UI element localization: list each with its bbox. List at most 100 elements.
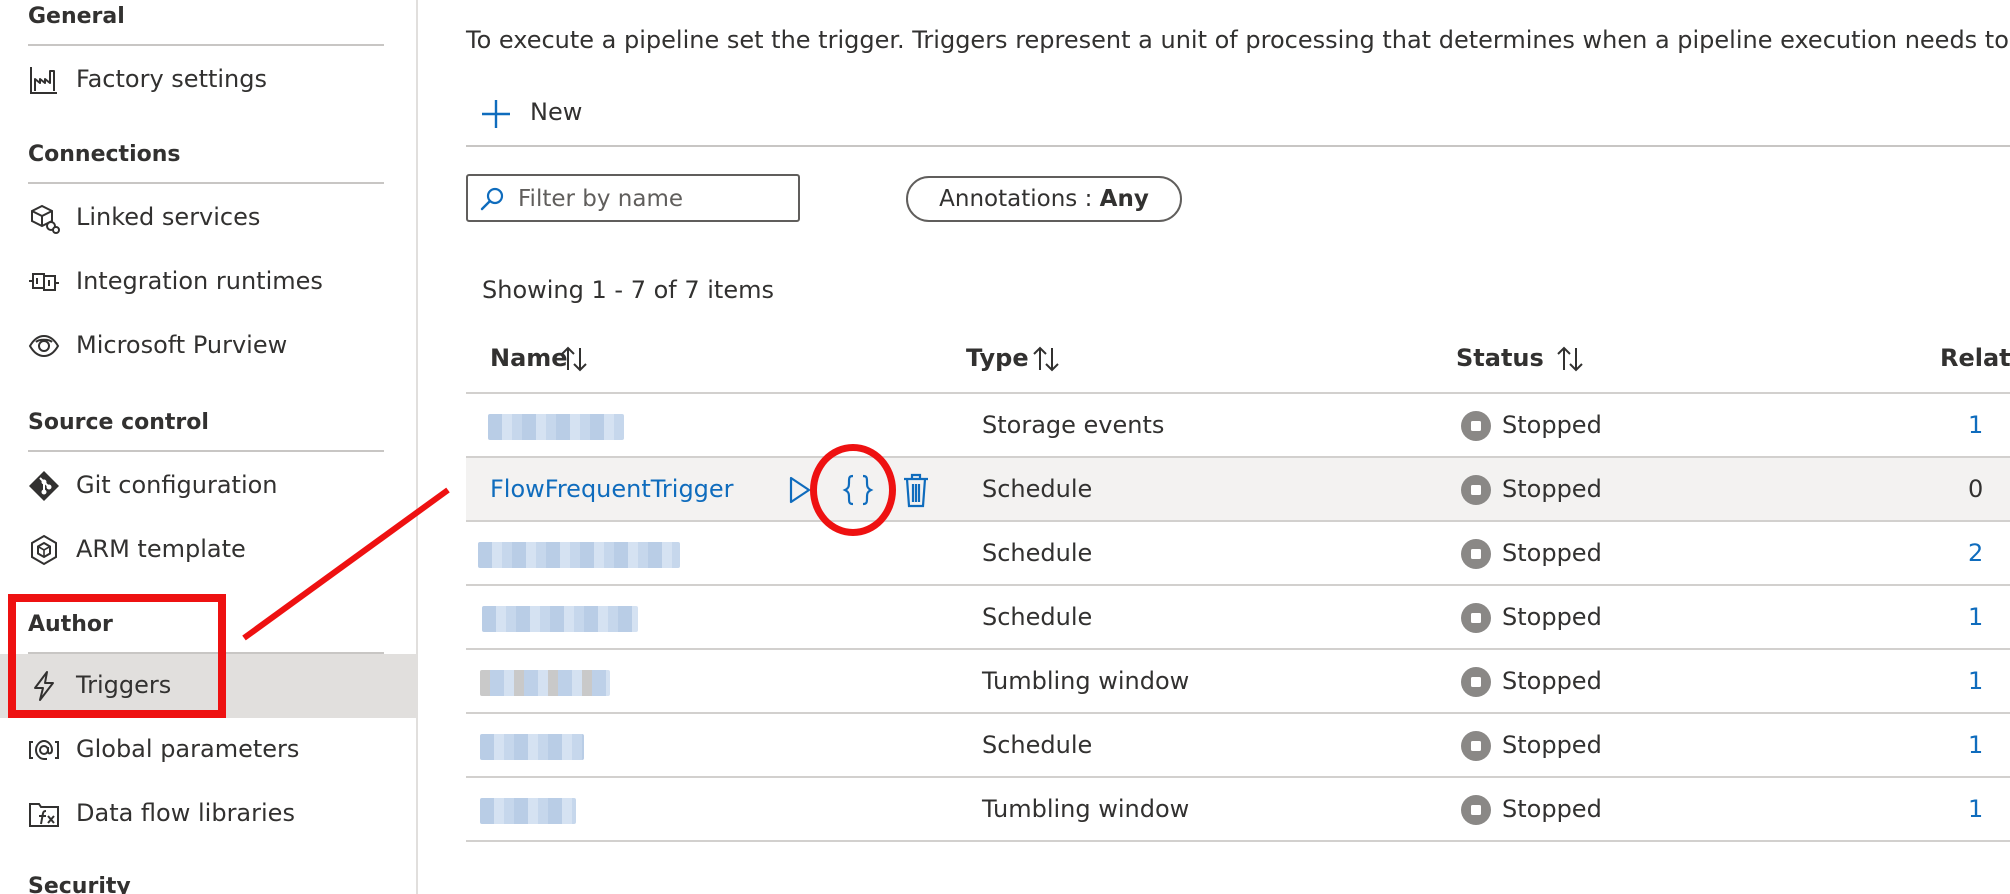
factory-icon bbox=[30, 67, 57, 94]
filter-by-name-input[interactable] bbox=[516, 182, 790, 216]
section-title-author: Author bbox=[28, 612, 113, 637]
redacted-name bbox=[482, 606, 638, 632]
play-icon[interactable] bbox=[782, 472, 816, 508]
trash-icon[interactable] bbox=[899, 472, 933, 508]
column-header-related[interactable]: Relate bbox=[1940, 344, 2010, 372]
related-pipelines-link[interactable]: 2 bbox=[1968, 539, 1983, 567]
toolbar-divider bbox=[466, 145, 2010, 147]
sidebar-item-triggers[interactable]: Triggers bbox=[0, 654, 416, 718]
sidebar-item-linked-services[interactable]: Linked services bbox=[0, 186, 416, 250]
table-row[interactable]: Schedule Stopped 1 bbox=[466, 714, 2010, 778]
stopped-status-icon bbox=[1461, 795, 1491, 825]
redacted-name bbox=[480, 798, 576, 824]
trigger-type: Schedule bbox=[982, 475, 1093, 503]
section-title-connections: Connections bbox=[28, 142, 181, 167]
trigger-type: Schedule bbox=[982, 539, 1093, 567]
integration-runtime-icon bbox=[29, 273, 59, 291]
related-pipelines-link[interactable]: 1 bbox=[1968, 603, 1983, 631]
trigger-name-link[interactable]: FlowFrequentTrigger bbox=[490, 475, 734, 503]
trigger-status: Stopped bbox=[1502, 795, 1602, 823]
sidebar-item-data-flow-libraries[interactable]: Data flow libraries bbox=[0, 782, 416, 846]
arm-template-icon bbox=[31, 534, 57, 566]
table-row[interactable]: Tumbling window Stopped 1 bbox=[466, 650, 2010, 714]
trigger-type: Tumbling window bbox=[982, 667, 1190, 695]
items-count-text: Showing 1 - 7 of 7 items bbox=[482, 276, 774, 304]
related-pipelines-link[interactable]: 1 bbox=[1968, 731, 1983, 759]
stopped-status-icon bbox=[1461, 667, 1491, 697]
triggers-panel: To execute a pipeline set the trigger. T… bbox=[418, 0, 2010, 894]
filter-box bbox=[466, 174, 800, 222]
sidebar-item-arm-template[interactable]: ARM template bbox=[0, 518, 416, 582]
table-row[interactable]: Tumbling window Stopped 1 bbox=[466, 778, 2010, 842]
sort-arrows-icon[interactable] bbox=[1554, 344, 1586, 374]
linked-services-icon bbox=[31, 204, 60, 234]
sidebar-item-label: Integration runtimes bbox=[76, 267, 323, 295]
sidebar-item-label: Data flow libraries bbox=[76, 799, 295, 827]
stopped-status-icon bbox=[1461, 411, 1491, 441]
trigger-type: Schedule bbox=[982, 731, 1093, 759]
trigger-status: Stopped bbox=[1502, 667, 1602, 695]
sort-arrows-icon[interactable] bbox=[558, 344, 590, 374]
trigger-status: Stopped bbox=[1502, 603, 1602, 631]
plus-icon bbox=[482, 100, 510, 128]
sidebar: General Factory settings Connections Lin… bbox=[0, 0, 418, 894]
section-divider bbox=[28, 450, 384, 452]
section-title-general: General bbox=[28, 4, 125, 29]
column-header-status[interactable]: Status bbox=[1456, 344, 1544, 372]
trigger-type: Storage events bbox=[982, 411, 1165, 439]
sidebar-item-label: Microsoft Purview bbox=[76, 331, 288, 359]
data-flow-library-icon bbox=[29, 803, 59, 827]
trigger-type: Schedule bbox=[982, 603, 1093, 631]
purview-eye-icon bbox=[28, 334, 60, 358]
global-parameters-icon bbox=[29, 739, 59, 760]
lightning-icon bbox=[34, 671, 54, 701]
section-title-security: Security bbox=[28, 874, 131, 894]
sidebar-item-label: Factory settings bbox=[76, 65, 268, 93]
trigger-status: Stopped bbox=[1502, 475, 1602, 503]
table-row[interactable]: FlowFrequentTrigger Schedule Stopped 0 bbox=[466, 458, 2010, 522]
annotations-value: Any bbox=[1099, 186, 1149, 212]
sidebar-item-label: Global parameters bbox=[76, 735, 300, 763]
table-row[interactable]: Storage events Stopped 1 bbox=[466, 394, 2010, 458]
sidebar-item-label: Git configuration bbox=[76, 471, 278, 499]
stopped-status-icon bbox=[1461, 603, 1491, 633]
stopped-status-icon bbox=[1461, 731, 1491, 761]
related-pipelines-link[interactable]: 1 bbox=[1968, 667, 1983, 695]
redacted-name bbox=[480, 734, 584, 760]
sidebar-item-global-parameters[interactable]: Global parameters bbox=[0, 718, 416, 782]
section-divider bbox=[28, 44, 384, 46]
column-header-type[interactable]: Type bbox=[966, 344, 1029, 372]
code-braces-icon[interactable] bbox=[841, 472, 875, 508]
trigger-type: Tumbling window bbox=[982, 795, 1190, 823]
sidebar-item-label: Linked services bbox=[76, 203, 261, 231]
search-icon bbox=[480, 187, 504, 211]
sidebar-item-git-configuration[interactable]: Git configuration bbox=[0, 454, 416, 518]
redacted-name bbox=[488, 414, 624, 440]
related-pipelines-link[interactable]: 1 bbox=[1968, 411, 1983, 439]
new-button-label: New bbox=[530, 98, 583, 126]
stopped-status-icon bbox=[1461, 539, 1491, 569]
section-divider bbox=[28, 182, 384, 184]
sidebar-item-microsoft-purview[interactable]: Microsoft Purview bbox=[0, 314, 416, 378]
sidebar-item-label: ARM template bbox=[76, 535, 246, 563]
stopped-status-icon bbox=[1461, 475, 1491, 505]
redacted-name bbox=[478, 542, 680, 568]
annotations-label: Annotations : bbox=[939, 186, 1100, 212]
table-row[interactable]: Schedule Stopped 2 bbox=[466, 522, 2010, 586]
git-icon bbox=[29, 471, 59, 501]
section-title-source-control: Source control bbox=[28, 410, 209, 435]
trigger-status: Stopped bbox=[1502, 539, 1602, 567]
intro-text: To execute a pipeline set the trigger. T… bbox=[466, 26, 2010, 54]
trigger-status: Stopped bbox=[1502, 731, 1602, 759]
sidebar-item-label: Triggers bbox=[76, 671, 172, 699]
table-row[interactable]: Schedule Stopped 1 bbox=[466, 586, 2010, 650]
annotations-filter-pill[interactable]: Annotations : Any bbox=[906, 176, 1182, 222]
redacted-name bbox=[480, 670, 610, 696]
sidebar-item-factory-settings[interactable]: Factory settings bbox=[0, 48, 416, 112]
trigger-status: Stopped bbox=[1502, 411, 1602, 439]
related-pipelines-count: 0 bbox=[1968, 475, 1984, 503]
sort-arrows-icon[interactable] bbox=[1030, 344, 1062, 374]
related-pipelines-link[interactable]: 1 bbox=[1968, 795, 1983, 823]
column-header-name[interactable]: Name bbox=[490, 344, 568, 372]
sidebar-item-integration-runtimes[interactable]: Integration runtimes bbox=[0, 250, 416, 314]
